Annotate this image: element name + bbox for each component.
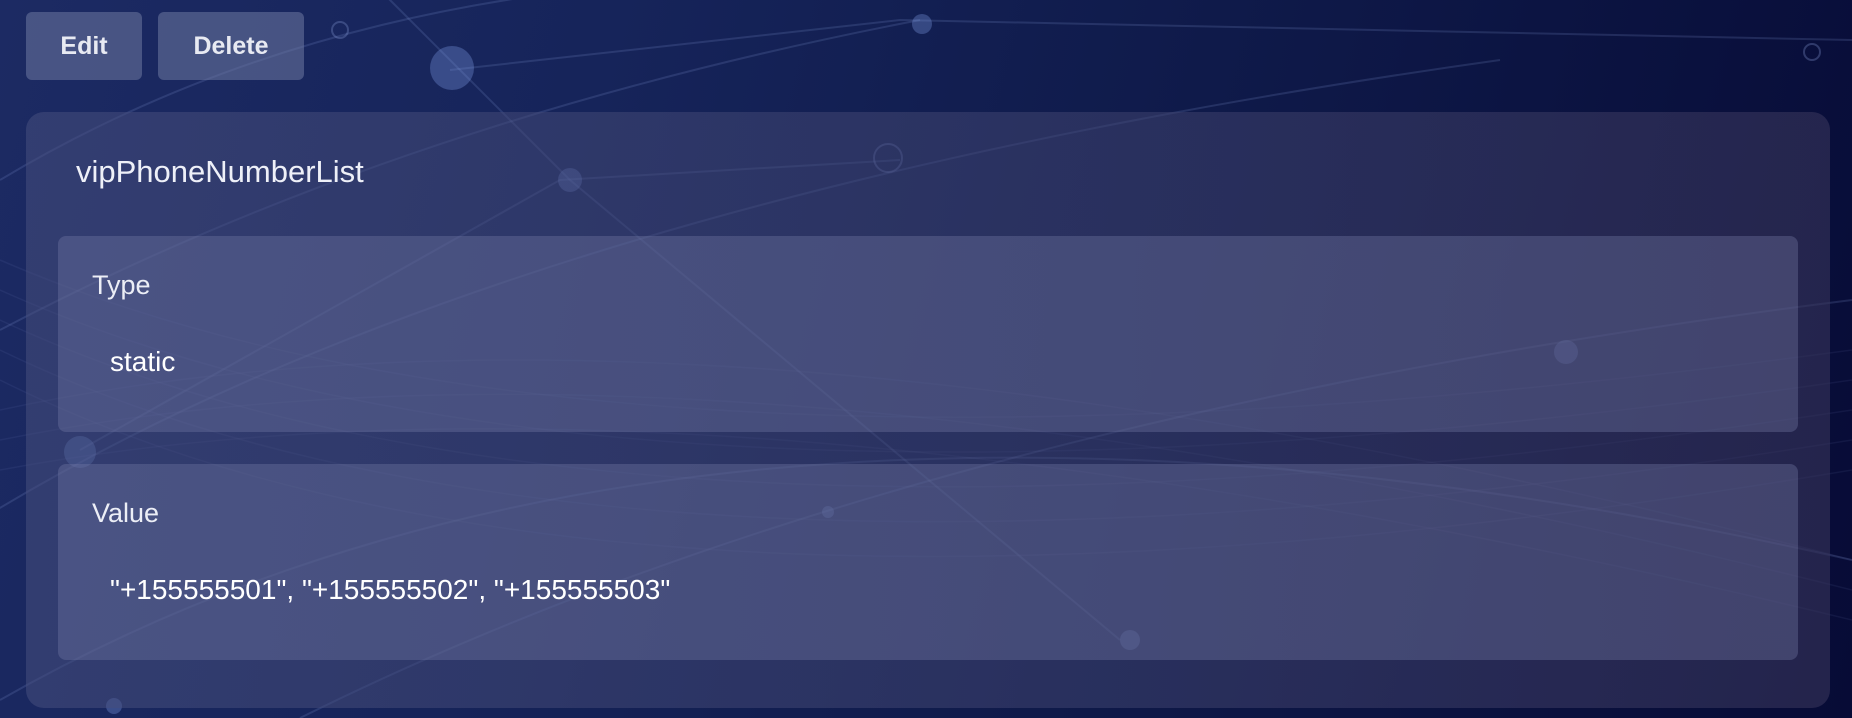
value-field-label: Value bbox=[92, 498, 160, 528]
variable-name-heading: vipPhoneNumberList bbox=[76, 154, 364, 189]
toolbar: Edit Delete bbox=[26, 12, 304, 80]
type-field-value: static bbox=[110, 346, 176, 377]
delete-button[interactable]: Delete bbox=[158, 12, 304, 80]
value-field-value: "+155555501", "+155555502", "+155555503" bbox=[110, 574, 671, 605]
variable-detail-card: vipPhoneNumberList Type static Value "+1… bbox=[26, 112, 1830, 708]
value-field: Value "+155555501", "+155555502", "+1555… bbox=[58, 464, 1798, 660]
type-field-label: Type bbox=[92, 270, 151, 300]
type-field: Type static bbox=[58, 236, 1798, 432]
edit-button[interactable]: Edit bbox=[26, 12, 142, 80]
